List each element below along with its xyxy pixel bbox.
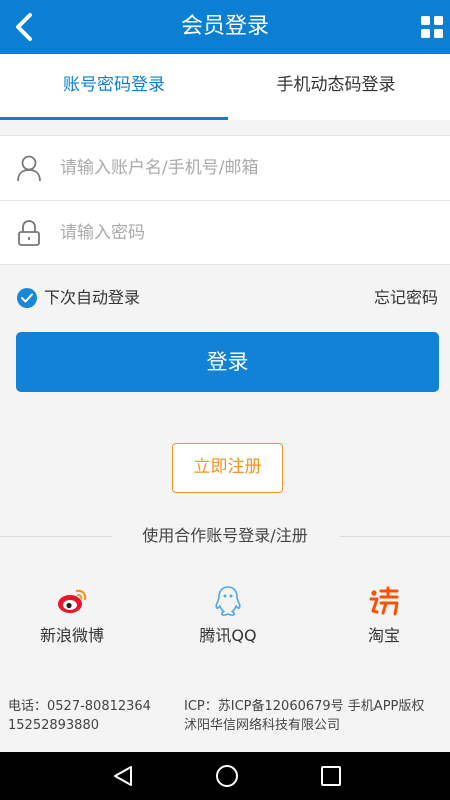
login-tabs: 账号密码登录 手机动态码登录 [0, 54, 450, 120]
divider-right [340, 536, 450, 537]
partner-taobao[interactable]: 淘宝 [309, 585, 450, 655]
active-tab-indicator [0, 117, 228, 120]
grid-icon [421, 16, 443, 38]
password-field-row [0, 201, 450, 266]
lock-icon [16, 219, 42, 247]
partner-qq[interactable]: 腾讯QQ [153, 585, 303, 655]
app-header: 会员登录 [0, 0, 450, 54]
login-button[interactable]: 登录 [16, 332, 439, 392]
register-button[interactable]: 立即注册 [172, 443, 283, 493]
user-icon [16, 154, 42, 182]
nav-recent-button[interactable] [317, 762, 345, 790]
menu-button[interactable] [420, 15, 444, 39]
partner-qq-label: 腾讯QQ [199, 626, 257, 645]
tab-sms-login[interactable]: 手机动态码登录 [222, 54, 450, 120]
footer-phone-line1: 电话：0527-80812364 [8, 699, 151, 714]
taobao-icon [368, 585, 400, 617]
triangle-back-icon [114, 766, 132, 786]
weibo-icon [56, 585, 88, 617]
forgot-password-link[interactable]: 忘记密码 [374, 286, 438, 310]
remember-me-label: 下次自动登录 [44, 288, 141, 307]
page-title: 会员登录 [180, 14, 269, 39]
circle-home-icon [216, 765, 238, 787]
footer-icp: ICP：苏ICP备12060679号 手机APP版权沭阳华信网络科技有限公司 [184, 699, 425, 733]
footer-contact: 电话：0527-80812364 15252893880 [8, 697, 168, 735]
nav-home-button[interactable] [213, 762, 241, 790]
tab-password-login[interactable]: 账号密码登录 [0, 54, 228, 120]
checkmark-icon [17, 288, 37, 308]
qq-icon [212, 585, 244, 617]
footer-phone-line2: 15252893880 [8, 718, 99, 733]
partner-weibo-label: 新浪微博 [39, 626, 104, 645]
system-nav-bar [0, 752, 450, 800]
partner-weibo[interactable]: 新浪微博 [0, 585, 147, 655]
nav-back-button[interactable] [109, 762, 137, 790]
account-input[interactable] [60, 152, 430, 184]
login-form [0, 135, 450, 265]
password-input[interactable] [60, 217, 430, 249]
account-field-row [0, 136, 450, 201]
square-recent-icon [321, 766, 341, 786]
partner-taobao-label: 淘宝 [367, 626, 400, 645]
